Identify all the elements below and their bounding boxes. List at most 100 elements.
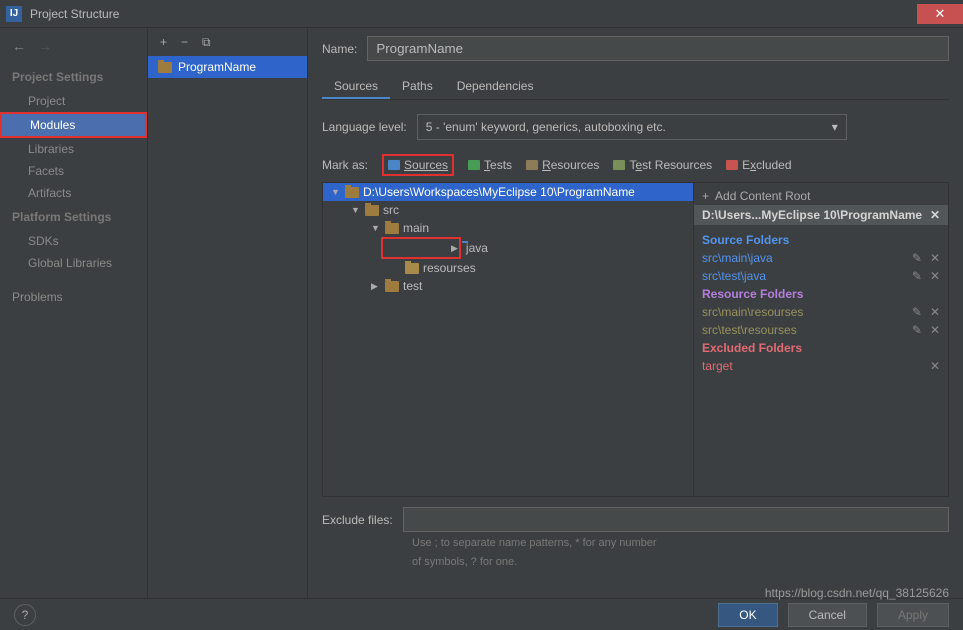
remove-module-icon[interactable]: − [181, 35, 188, 49]
close-icon[interactable]: ✕ [930, 208, 940, 222]
tree-root-label: D:\Users\Workspaces\MyEclipse 10\Program… [363, 185, 635, 199]
app-icon: IJ [6, 6, 22, 22]
tab-paths[interactable]: Paths [390, 75, 445, 99]
resources-swatch-icon [526, 160, 538, 170]
close-button[interactable]: ✕ [917, 4, 963, 24]
remove-icon[interactable]: ✕ [930, 251, 940, 265]
folder-icon [385, 223, 399, 234]
expand-arrow-icon[interactable]: ▼ [371, 223, 381, 233]
tree-test[interactable]: ▶ test [323, 277, 693, 295]
mark-resources-label: Resources [542, 158, 599, 172]
remove-icon[interactable]: ✕ [930, 305, 940, 319]
apply-button[interactable]: Apply [877, 603, 949, 627]
mark-excluded[interactable]: Excluded [726, 158, 791, 172]
exclude-files-input[interactable] [403, 507, 949, 532]
excluded-folders-title: Excluded Folders [694, 339, 948, 357]
ok-button[interactable]: OK [718, 603, 777, 627]
expand-arrow-icon[interactable]: ▶ [371, 281, 381, 292]
remove-icon[interactable]: ✕ [930, 269, 940, 283]
source-folders-title: Source Folders [694, 231, 948, 249]
language-level-label: Language level: [322, 120, 407, 134]
content-root-path-label: D:\Users...MyEclipse 10\ProgramName [702, 208, 922, 222]
tab-dependencies[interactable]: Dependencies [445, 75, 546, 99]
language-level-select[interactable]: 5 - 'enum' keyword, generics, autoboxing… [417, 114, 847, 140]
sidebar-item-libraries[interactable]: Libraries [0, 138, 147, 160]
tree-java[interactable]: ▶ java [381, 237, 461, 259]
back-arrow-icon[interactable]: ← [12, 38, 26, 54]
copy-module-icon[interactable]: ⧉ [202, 35, 211, 50]
sidebar-item-modules[interactable]: Modules [0, 112, 147, 138]
sidebar-nav: ← → [0, 38, 147, 64]
sidebar-item-global-libraries[interactable]: Global Libraries [0, 252, 147, 274]
mark-resources[interactable]: Resources [526, 158, 599, 172]
remove-icon[interactable]: ✕ [930, 323, 940, 337]
module-name: ProgramName [178, 60, 256, 74]
remove-icon[interactable]: ✕ [930, 359, 940, 373]
mark-as-row: Mark as: Sources Tests Resources Test Re… [322, 154, 949, 176]
mark-testres-label: Test Resources [629, 158, 712, 172]
folder-icon [365, 205, 379, 216]
language-level-value: 5 - 'enum' keyword, generics, autoboxing… [426, 120, 666, 134]
content-roots-panel: + Add Content Root D:\Users...MyEclipse … [693, 183, 948, 496]
resource-folders-title: Resource Folders [694, 285, 948, 303]
chevron-down-icon: ▾ [832, 120, 838, 134]
edit-icon[interactable]: ✎ [912, 323, 922, 337]
exclude-files-label: Exclude files: [322, 513, 393, 527]
source-folder-item[interactable]: src\main\java ✎✕ [694, 249, 948, 267]
add-content-root[interactable]: + Add Content Root [694, 187, 948, 205]
expand-arrow-icon[interactable]: ▼ [331, 187, 341, 197]
name-row: Name: [322, 36, 949, 61]
sidebar-item-facets[interactable]: Facets [0, 160, 147, 182]
content-panel: Name: Sources Paths Dependencies Languag… [308, 28, 963, 598]
mark-sources-label: Sources [404, 158, 448, 172]
source-folder-path: src\test\java [702, 269, 766, 283]
exclude-hint-2: of symbols, ? for one. [322, 551, 949, 570]
help-button[interactable]: ? [14, 604, 36, 626]
tests-swatch-icon [468, 160, 480, 170]
folder-tree: ▼ D:\Users\Workspaces\MyEclipse 10\Progr… [323, 183, 693, 496]
content-tabs: Sources Paths Dependencies [322, 75, 949, 100]
tab-sources[interactable]: Sources [322, 75, 390, 99]
tree-root[interactable]: ▼ D:\Users\Workspaces\MyEclipse 10\Progr… [323, 183, 693, 201]
tree-java-label: java [466, 241, 488, 255]
name-input[interactable] [367, 36, 949, 61]
tree-src[interactable]: ▼ src [323, 201, 693, 219]
expand-arrow-icon[interactable]: ▶ [451, 243, 458, 254]
sidebar-item-problems[interactable]: Problems [0, 286, 147, 308]
tree-main[interactable]: ▼ main [323, 219, 693, 237]
sidebar-item-artifacts[interactable]: Artifacts [0, 182, 147, 204]
plus-icon: + [702, 189, 709, 203]
tree-resourses[interactable]: resourses [323, 259, 693, 277]
expand-arrow-icon[interactable]: ▼ [351, 205, 361, 215]
add-content-root-label: Add Content Root [715, 189, 810, 203]
cancel-button[interactable]: Cancel [788, 603, 867, 627]
tree-src-label: src [383, 203, 399, 217]
mark-tests[interactable]: Tests [468, 158, 512, 172]
watermark: https://blog.csdn.net/qq_38125626 [765, 586, 949, 600]
sidebar-item-sdks[interactable]: SDKs [0, 230, 147, 252]
mark-test-resources[interactable]: Test Resources [613, 158, 712, 172]
edit-icon[interactable]: ✎ [912, 305, 922, 319]
module-toolbar: + − ⧉ [148, 28, 307, 56]
resource-folder-item[interactable]: src\main\resourses ✎ ✕ [694, 303, 948, 321]
add-module-icon[interactable]: + [160, 35, 167, 49]
resource-folder-item[interactable]: src\test\resourses ✎✕ [694, 321, 948, 339]
excluded-folder-item[interactable]: target ✕ [694, 357, 948, 375]
mark-as-label: Mark as: [322, 158, 368, 172]
content-root-path[interactable]: D:\Users...MyEclipse 10\ProgramName ✕ [694, 205, 948, 225]
module-list-panel: + − ⧉ ProgramName [148, 28, 308, 598]
source-folder-item[interactable]: src\test\java ✎ ✕ [694, 267, 948, 285]
name-label: Name: [322, 42, 357, 56]
module-entry[interactable]: ProgramName [148, 56, 307, 78]
tree-test-label: test [403, 279, 422, 293]
forward-arrow-icon[interactable]: → [38, 38, 52, 54]
excluded-swatch-icon [726, 160, 738, 170]
dialog-footer: ? OK Cancel Apply [0, 598, 963, 630]
language-level-row: Language level: 5 - 'enum' keyword, gene… [322, 114, 949, 140]
edit-icon[interactable]: ✎ [912, 269, 922, 283]
mark-sources[interactable]: Sources [382, 154, 454, 176]
tree-resourses-label: resourses [423, 261, 476, 275]
sidebar-item-project[interactable]: Project [0, 90, 147, 112]
edit-icon[interactable]: ✎ [912, 251, 922, 265]
resource-folder-path: src\main\resourses [702, 305, 803, 319]
